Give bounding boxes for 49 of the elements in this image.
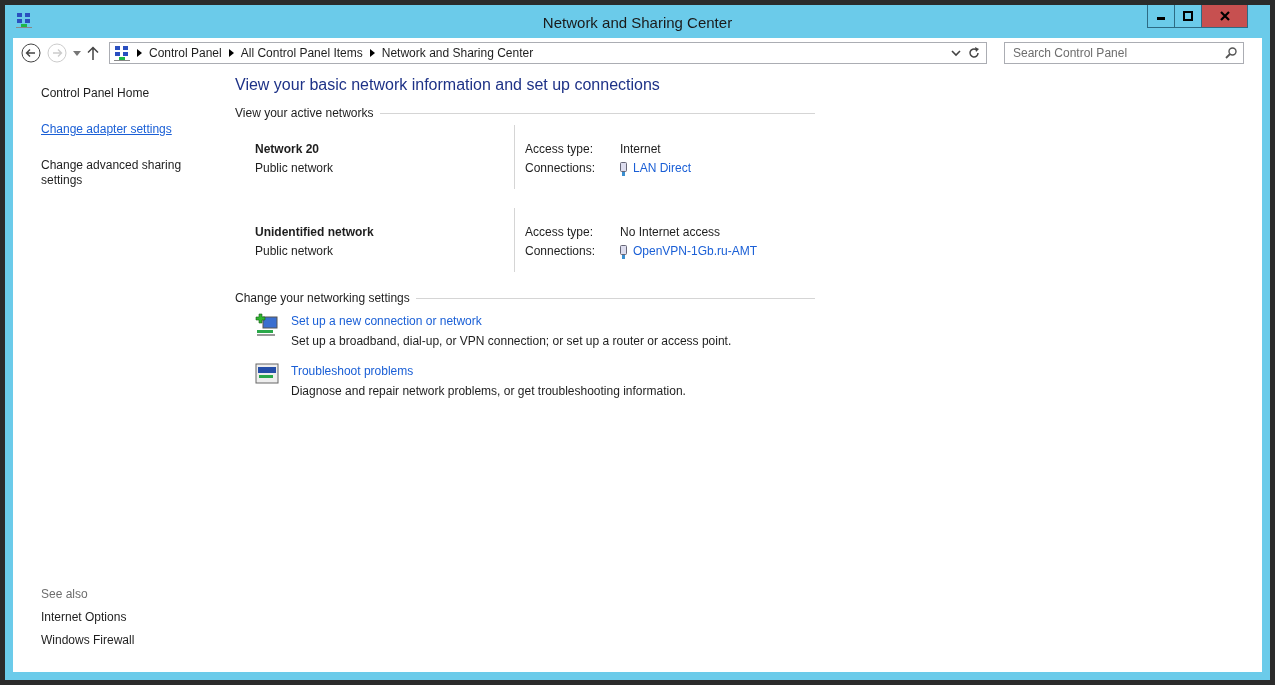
network-category: Public network	[255, 160, 335, 177]
breadcrumb-item[interactable]: Control Panel	[149, 46, 222, 60]
field-label: Access type:	[525, 141, 595, 158]
task-description: Diagnose and repair network problems, or get troubleshooting information.	[291, 383, 686, 399]
sidebar-link[interactable]: Internet Options	[41, 610, 201, 625]
ethernet-plug-icon	[620, 244, 627, 259]
connection-link[interactable]: LAN Direct	[633, 159, 691, 178]
sidebar-link[interactable]: Windows Firewall	[41, 633, 201, 648]
sidebar-link[interactable]: Change advanced sharing settings	[41, 158, 201, 188]
ethernet-plug-icon	[620, 161, 627, 176]
sidebar-link[interactable]: Change adapter settings	[41, 122, 201, 137]
sidebar-link[interactable]: Control Panel Home	[41, 86, 201, 101]
see-also-heading: See also	[41, 587, 89, 601]
breadcrumb-item[interactable]: Network and Sharing Center	[381, 46, 534, 60]
back-button[interactable]	[21, 43, 41, 63]
breadcrumb-item[interactable]: All Control Panel Items	[240, 46, 363, 60]
breadcrumb-arrow-icon	[137, 49, 142, 57]
breadcrumb-arrow-icon	[369, 49, 375, 57]
connection-link[interactable]: OpenVPN-1Gb.ru-AMT	[633, 242, 758, 261]
page-heading: View your basic network information and set up connections	[235, 76, 661, 94]
access-type-value: Internet	[620, 141, 662, 158]
breadcrumb-arrow-icon	[228, 49, 234, 57]
task-link[interactable]: Set up a new connection or network	[291, 313, 732, 329]
close-icon	[1219, 11, 1230, 21]
search-field[interactable]: Search Control Panel	[1004, 42, 1244, 64]
network-icon	[114, 45, 130, 61]
maximize-icon	[1183, 11, 1193, 21]
section-title: Change your networking settings	[235, 291, 410, 305]
search-icon[interactable]	[1225, 47, 1237, 59]
refresh-icon[interactable]	[968, 47, 980, 59]
section-title: View your active networks	[235, 106, 374, 120]
network-name: Unidentified network	[255, 224, 375, 241]
up-button[interactable]	[87, 46, 99, 60]
dropdown-icon[interactable]	[951, 49, 961, 57]
troubleshoot-icon	[255, 363, 279, 385]
network-category: Public network	[255, 243, 335, 260]
recent-pages-button[interactable]	[73, 50, 81, 56]
network-icon	[16, 12, 32, 28]
close-button[interactable]	[1202, 5, 1247, 27]
task-description: Set up a broadband, dial-up, or VPN connection; or set up a router or access point.	[291, 333, 732, 349]
access-type-value: No Internet access	[620, 224, 722, 241]
field-label: Connections:	[525, 160, 597, 177]
field-label: Connections:	[525, 243, 597, 260]
field-label: Access type:	[525, 224, 595, 241]
address-bar[interactable]: Control Panel All Control Panel Items Network and Sharing Center	[109, 42, 987, 64]
window-title: Network and Sharing Center	[542, 13, 733, 31]
task-link[interactable]: Troubleshoot problems	[291, 363, 686, 379]
network-plus-icon	[255, 313, 279, 337]
network-name: Network 20	[255, 141, 321, 158]
